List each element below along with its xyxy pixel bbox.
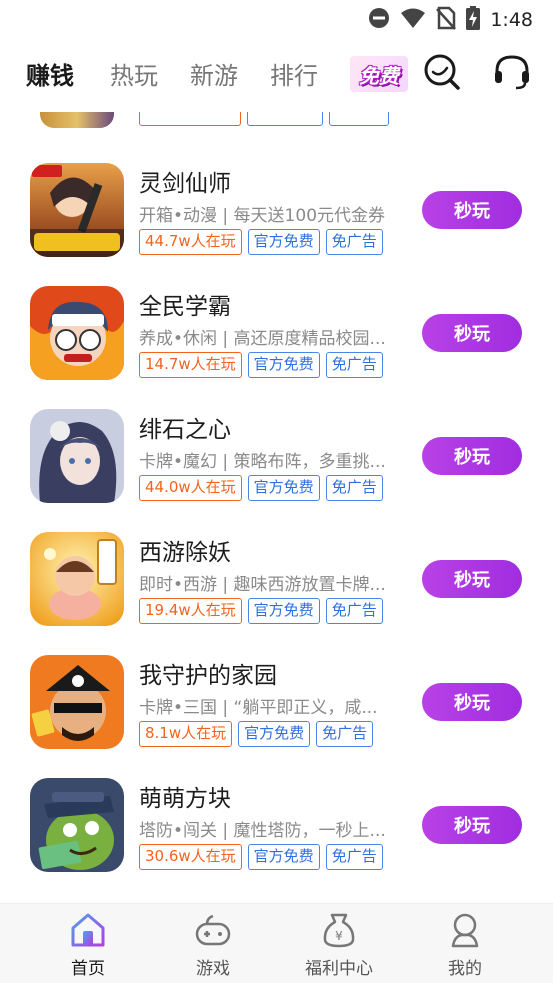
partial-list-item (0, 112, 553, 134)
game-name: 我守护的家园 (139, 663, 277, 689)
game-description: 塔防•闯关 | 魔性塔防，一秒上... (139, 821, 386, 841)
header: 赚钱 热玩 新游 排行 免费 (0, 44, 553, 102)
game-tags: 19.4w人在玩 官方免费 免广告 (139, 598, 383, 624)
no-ads-tag: 免广告 (325, 352, 383, 378)
no-ads-tag: 免广告 (325, 844, 383, 870)
no-ads-tag: 免广告 (316, 721, 374, 747)
players-tag: 44.7w人在玩 (139, 229, 242, 255)
game-icon-xueba[interactable] (30, 286, 124, 380)
game-description: 养成•休闲 | 高还原度精品校园... (139, 329, 386, 349)
nav-label: 我的 (448, 959, 482, 979)
players-tag: 30.6w人在玩 (139, 844, 242, 870)
game-name: 萌萌方块 (139, 786, 231, 812)
game-description: 即时•西游 | 趣味西游放置卡牌... (139, 575, 386, 595)
instant-play-button[interactable]: 秒玩 (422, 560, 522, 598)
search-icon[interactable] (422, 52, 462, 92)
game-icon-mengmeng[interactable] (30, 778, 124, 872)
game-tags: 8.1w人在玩 官方免费 免广告 (139, 721, 374, 747)
list-item[interactable]: 萌萌方块 塔防•闯关 | 魔性塔防，一秒上... 30.6w人在玩 官方免费 免… (0, 778, 553, 901)
game-description: 卡牌•魔幻 | 策略布阵，多重挑... (139, 452, 386, 472)
nav-games[interactable]: 游戏 (153, 904, 273, 983)
status-bar: 1:48 (0, 0, 553, 40)
svg-text:¥: ¥ (335, 929, 343, 943)
game-icon-feishi[interactable] (30, 409, 124, 503)
official-free-tag: 官方免费 (247, 352, 320, 378)
instant-play-button[interactable]: 秒玩 (422, 314, 522, 352)
nav-label: 游戏 (196, 959, 230, 979)
nav-home[interactable]: 首页 (28, 904, 148, 983)
list-item[interactable]: 灵剑仙师 开箱•动漫 | 每天送100元代金券 44.7w人在玩 官方免费 免广… (0, 163, 553, 286)
tab-new[interactable]: 新游 (190, 56, 238, 91)
official-free-tag: 官方免费 (247, 598, 320, 624)
free-badge[interactable]: 免费 (350, 56, 408, 92)
game-name: 绯石之心 (139, 417, 231, 443)
tab-earn[interactable]: 赚钱 (26, 56, 74, 91)
game-tags: 44.0w人在玩 官方免费 免广告 (139, 475, 383, 501)
no-ads-tag: 免广告 (325, 475, 383, 501)
battery-charging-icon (466, 6, 481, 34)
official-free-tag: 官方免费 (238, 721, 311, 747)
tab-ranking[interactable]: 排行 (270, 56, 318, 91)
game-name: 全民学霸 (139, 294, 231, 320)
official-free-tag: 官方免费 (247, 229, 320, 255)
gamepad-icon (195, 912, 231, 948)
tab-hot[interactable]: 热玩 (110, 56, 158, 91)
game-list[interactable]: 灵剑仙师 开箱•动漫 | 每天送100元代金券 44.7w人在玩 官方免费 免广… (0, 112, 553, 902)
no-sim-icon (436, 6, 457, 34)
nav-welfare[interactable]: ¥ 福利中心 (279, 904, 399, 983)
game-icon-xiyou[interactable] (30, 532, 124, 626)
nav-label: 首页 (71, 959, 105, 979)
bottom-nav: 首页 游戏 ¥ 福利中心 我的 (0, 903, 553, 983)
home-icon (70, 912, 106, 948)
game-tags: 30.6w人在玩 官方免费 免广告 (139, 844, 383, 870)
free-badge-label: 免费 (359, 63, 399, 88)
official-free-tag: 官方免费 (247, 475, 320, 501)
game-tags: 14.7w人在玩 官方免费 免广告 (139, 352, 383, 378)
profile-icon (447, 912, 483, 948)
money-bag-icon: ¥ (321, 912, 357, 948)
game-icon-lingjian[interactable] (30, 163, 124, 257)
headset-icon[interactable] (492, 52, 532, 92)
nav-profile[interactable]: 我的 (405, 904, 525, 983)
official-free-tag: 官方免费 (247, 844, 320, 870)
game-name: 灵剑仙师 (139, 171, 231, 197)
game-name: 西游除妖 (139, 540, 231, 566)
wifi-icon (400, 7, 426, 33)
instant-play-button[interactable]: 秒玩 (422, 806, 522, 844)
list-item[interactable]: 全民学霸 养成•休闲 | 高还原度精品校园... 14.7w人在玩 官方免费 免… (0, 286, 553, 409)
players-tag: 44.0w人在玩 (139, 475, 242, 501)
players-tag: 19.4w人在玩 (139, 598, 242, 624)
list-item[interactable]: 西游除妖 即时•西游 | 趣味西游放置卡牌... 19.4w人在玩 官方免费 免… (0, 532, 553, 655)
no-ads-tag: 免广告 (325, 229, 383, 255)
game-description: 卡牌•三国 | “躺平即正义，咸... (139, 698, 378, 718)
list-item[interactable]: 我守护的家园 卡牌•三国 | “躺平即正义，咸... 8.1w人在玩 官方免费 … (0, 655, 553, 778)
list-item[interactable]: 绯石之心 卡牌•魔幻 | 策略布阵，多重挑... 44.0w人在玩 官方免费 免… (0, 409, 553, 532)
status-icons: 1:48 (368, 6, 533, 34)
no-ads-tag: 免广告 (325, 598, 383, 624)
players-tag: 14.7w人在玩 (139, 352, 242, 378)
instant-play-button[interactable]: 秒玩 (422, 437, 522, 475)
do-not-disturb-icon (368, 7, 390, 33)
nav-label: 福利中心 (305, 959, 373, 979)
players-tag: 8.1w人在玩 (139, 721, 233, 747)
game-tags: 44.7w人在玩 官方免费 免广告 (139, 229, 383, 255)
instant-play-button[interactable]: 秒玩 (422, 191, 522, 229)
instant-play-button[interactable]: 秒玩 (422, 683, 522, 721)
status-time: 1:48 (490, 9, 533, 31)
game-description: 开箱•动漫 | 每天送100元代金券 (139, 206, 386, 226)
game-icon-jiayuan[interactable] (30, 655, 124, 749)
